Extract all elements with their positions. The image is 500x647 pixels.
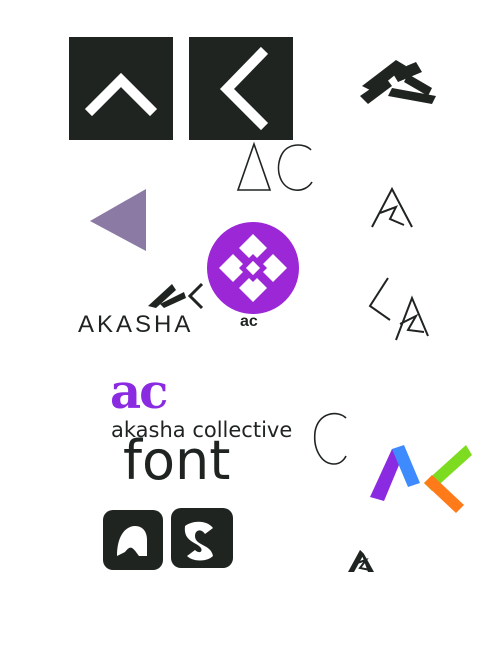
small-a-mark-icon <box>346 548 376 574</box>
ac-purple-mark: ac <box>110 364 168 420</box>
small-ak-mark-icon <box>146 280 206 310</box>
thin-a-mark-icon <box>368 185 418 229</box>
thin-ak-mark-icon <box>366 274 434 344</box>
ac-thin-letters: AC <box>235 140 315 194</box>
c-thin-letter: C <box>312 410 352 466</box>
triangle-icon <box>88 189 148 253</box>
colorful-ak-mark-icon <box>368 443 472 515</box>
caret-up-tile-icon <box>69 37 173 140</box>
akasha-wordmark: AKASHA <box>78 311 194 338</box>
chevron-left-tile-icon <box>189 37 293 140</box>
ac-tile-icon <box>103 508 233 570</box>
stacked-ak-mark-icon <box>352 52 442 108</box>
ac-monogram-small: ac <box>240 313 258 330</box>
purple-swirl-badge-icon <box>205 220 301 316</box>
font-label: font <box>123 429 231 492</box>
